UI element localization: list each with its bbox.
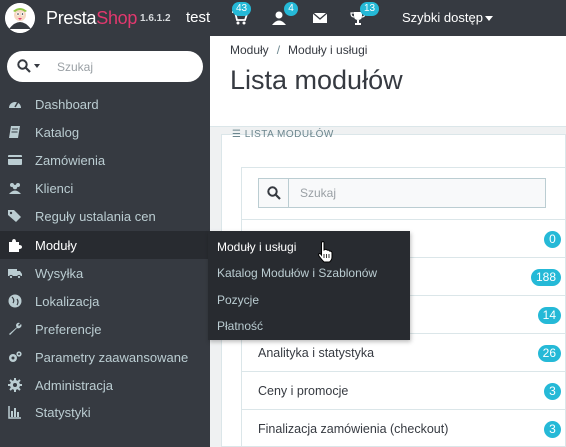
sidebar-item-label: Dashboard xyxy=(35,97,99,112)
sidebar-item-label: Katalog xyxy=(35,125,80,140)
customers-badge: 4 xyxy=(284,2,298,16)
category-row[interactable]: Ceny i promocje 3 xyxy=(242,371,566,409)
speedometer-icon xyxy=(8,97,22,111)
sidebar-item-label: Zamówienia xyxy=(35,153,106,168)
orders-badge: 43 xyxy=(232,2,252,16)
quick-access-label: Szybki dostęp xyxy=(402,10,483,25)
submenu-item-modules-catalog[interactable]: Katalog Modułów i Szablonów xyxy=(217,266,377,280)
top-header: PrestaShop 1.6.1.2 test 43 4 13 Szybki d… xyxy=(0,0,566,36)
submenu-item-positions[interactable]: Pozycje xyxy=(217,293,259,307)
category-count-badge: 3 xyxy=(544,383,561,400)
search-icon xyxy=(267,186,281,200)
book-icon xyxy=(8,125,22,139)
users-icon xyxy=(8,181,22,195)
category-label: Finalizacja zamówienia (checkout) xyxy=(258,422,449,436)
sidebar-item[interactable]: Dashboard xyxy=(0,90,210,118)
puzzle-icon xyxy=(8,238,22,252)
search-icon xyxy=(17,59,31,73)
search-input[interactable]: Szukaj xyxy=(57,60,93,74)
sidebar-item[interactable]: Preferencje xyxy=(0,315,210,343)
sidebar-item[interactable]: Klienci xyxy=(0,174,210,202)
breadcrumb-modules[interactable]: Moduły xyxy=(230,43,269,57)
brand-presta: Presta xyxy=(46,8,97,28)
submenu-item-payment[interactable]: Płatność xyxy=(217,319,263,333)
chevron-down-icon[interactable] xyxy=(34,64,40,68)
credit-card-icon xyxy=(8,153,22,167)
sidebar-item-label: Preferencje xyxy=(35,322,102,337)
sidebar-item-label: Wysyłka xyxy=(35,266,84,281)
sidebar-item-label: Moduły xyxy=(35,238,77,253)
category-row[interactable]: Finalizacja zamówienia (checkout) 3 xyxy=(242,409,566,447)
category-count-badge: 14 xyxy=(537,307,561,324)
sidebar-item-label: Administracja xyxy=(35,378,114,393)
sidebar-item-label: Parametry zaawansowane xyxy=(35,350,189,365)
chevron-down-icon xyxy=(484,16,493,22)
globe-icon xyxy=(8,294,22,308)
version-label: 1.6.1.2 xyxy=(140,13,171,24)
category-count-badge: 26 xyxy=(537,345,561,362)
category-label: Ceny i promocje xyxy=(258,384,349,398)
page-header: Moduły / Moduły i usługi Lista modułów xyxy=(210,36,566,127)
sidebar-item-label: Lokalizacja xyxy=(35,294,100,309)
category-count-badge: 0 xyxy=(544,231,561,248)
page-title: Lista modułów xyxy=(230,65,403,95)
tags-icon xyxy=(8,209,22,223)
search-button[interactable] xyxy=(259,179,289,207)
shop-name-link[interactable]: test xyxy=(186,9,210,26)
bar-chart-icon xyxy=(8,405,22,419)
submenu-item-modules-services[interactable]: Moduły i usługi xyxy=(217,240,296,254)
sidebar-item[interactable]: Administracja xyxy=(0,371,210,399)
breadcrumb: Moduły / Moduły i usługi xyxy=(230,43,367,57)
sidebar-item[interactable]: Parametry zaawansowane xyxy=(0,343,210,371)
breadcrumb-separator: / xyxy=(276,43,281,57)
sidebar-item[interactable]: Lokalizacja xyxy=(0,287,210,315)
sidebar-item[interactable]: Zamówienia xyxy=(0,146,210,174)
sidebar-search[interactable]: Szukaj xyxy=(7,51,203,82)
prestashop-logo-icon[interactable] xyxy=(5,3,35,33)
quick-access-menu[interactable]: Szybki dostęp xyxy=(402,10,493,25)
panel-heading: ☰ LISTA MODUŁÓW xyxy=(232,129,334,140)
sidebar-item-label: Statystyki xyxy=(35,405,91,420)
category-search-input[interactable]: Szukaj xyxy=(300,186,336,200)
breadcrumb-modules-services[interactable]: Moduły i usługi xyxy=(288,43,367,57)
category-label: Analityka i statystyka xyxy=(258,346,375,360)
hand-cursor-icon xyxy=(318,241,333,263)
sidebar-item[interactable]: Statystyki xyxy=(0,398,210,426)
category-count-badge: 188 xyxy=(530,269,561,286)
brand-name[interactable]: PrestaShop xyxy=(46,8,137,29)
truck-icon xyxy=(8,266,22,280)
wrench-icon xyxy=(8,322,22,336)
trophy-badge: 13 xyxy=(360,2,380,16)
category-count-badge: 3 xyxy=(544,421,561,438)
modules-submenu: Moduły i usługi Katalog Modułów i Szablo… xyxy=(208,231,410,340)
sidebar-item[interactable]: Katalog xyxy=(0,118,210,146)
sidebar-item-label: Reguły ustalania cen xyxy=(35,209,156,224)
brand-shop: Shop xyxy=(96,8,138,28)
cogs-icon xyxy=(8,350,22,364)
sidebar-item-label: Klienci xyxy=(35,181,74,196)
envelope-icon[interactable] xyxy=(312,11,328,25)
gear-icon xyxy=(8,378,22,392)
category-search[interactable]: Szukaj xyxy=(258,178,546,208)
sidebar-item[interactable]: Reguły ustalania cen xyxy=(0,202,210,230)
sidebar-item[interactable]: Moduły xyxy=(0,231,210,259)
panel-heading-label: LISTA MODUŁÓW xyxy=(244,129,334,140)
sidebar-item[interactable]: Wysyłka xyxy=(0,259,210,287)
